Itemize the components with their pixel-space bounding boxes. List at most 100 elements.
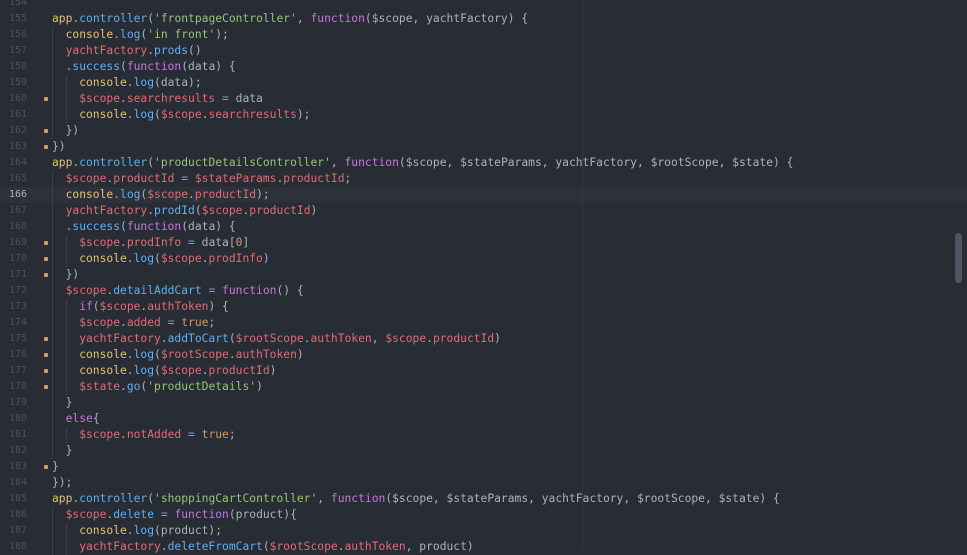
code-line[interactable]: 163}) (0, 139, 967, 155)
code-token: productId (283, 172, 345, 185)
indent-guide (66, 91, 80, 107)
code-token: log (133, 252, 155, 265)
code-line[interactable]: 178 $state.go('productDetails') (0, 379, 967, 395)
code-line[interactable]: 176 console.log($rootScope.authToken) (0, 347, 967, 363)
code-token: . (126, 108, 134, 121)
code-token: () { (276, 284, 304, 297)
code-token: , product) (405, 540, 474, 553)
code-token: notAdded (126, 428, 182, 441)
code-line[interactable]: 165 $scope.productId = $stateParams.produ… (0, 171, 967, 187)
line-number: 167 (8, 205, 27, 216)
code-token: ) { (208, 300, 229, 313)
code-token: $rootScope (160, 348, 229, 361)
git-modified-marker (44, 241, 48, 245)
line-number: 163 (8, 141, 27, 152)
line-number: 180 (8, 413, 27, 424)
code-line[interactable]: 169 $scope.prodInfo = data[0] (0, 235, 967, 251)
code-line[interactable]: 187 console.log(product); (0, 523, 967, 539)
git-modified-marker (44, 369, 48, 373)
indent-guide (52, 411, 66, 427)
indent-guide (52, 123, 66, 139)
code-token: prodId (154, 204, 195, 217)
code-line[interactable]: 171}) (0, 267, 967, 283)
code-token: yachtFactory (65, 44, 148, 57)
code-token: $rootScope (269, 540, 338, 553)
code-line[interactable]: 162}) (0, 123, 967, 139)
code-text: $state.go('productDetails') (52, 379, 263, 395)
code-line[interactable]: 161 console.log($scope.searchresults); (0, 107, 967, 123)
code-line[interactable]: 184}); (0, 475, 967, 491)
indent-guide (52, 539, 66, 555)
code-token: console (65, 28, 114, 41)
line-number: 155 (8, 13, 27, 24)
code-line[interactable]: 156 console.log('in front'); (0, 27, 967, 43)
indent-guide (52, 523, 66, 539)
code-text: yachtFactory.prodId($scope.productId) (52, 203, 318, 219)
code-text: $scope.searchresults = data (52, 91, 263, 107)
code-line[interactable]: 172 $scope.detailAddCart = function() { (0, 283, 967, 299)
indent-guide (66, 251, 80, 267)
code-line[interactable]: 175 yachtFactory.addToCart($rootScope.aut… (0, 331, 967, 347)
code-line[interactable]: 182} (0, 443, 967, 459)
code-line[interactable]: 180 else{ (0, 411, 967, 427)
code-token: ( (120, 60, 127, 73)
indent-guide (52, 75, 66, 91)
code-line[interactable]: 179} (0, 395, 967, 411)
code-token: log (133, 76, 155, 89)
code-line[interactable]: 168 .success(function(data) { (0, 219, 967, 235)
code-token: }) (65, 268, 80, 281)
line-number: 158 (8, 61, 27, 72)
vertical-scrollbar[interactable] (955, 233, 962, 283)
code-token: app (52, 492, 73, 505)
code-line[interactable]: 177 console.log($scope.productId) (0, 363, 967, 379)
code-line[interactable]: 164 app.controller('productDetailsControl… (0, 155, 967, 171)
code-text: } (52, 395, 73, 411)
code-line[interactable]: 158 .success(function(data) { (0, 59, 967, 75)
code-token: productId (432, 332, 495, 345)
indent-guide (66, 315, 80, 331)
code-line[interactable]: 183} (0, 459, 967, 475)
code-token: else (65, 412, 93, 425)
code-line[interactable]: 159 console.log(data); (0, 75, 967, 91)
code-line[interactable]: 155 app.controller('frontpageController',… (0, 11, 967, 27)
code-line[interactable]: 188 yachtFactory.deleteFromCart($rootScop… (0, 539, 967, 555)
indent-guide (66, 539, 80, 555)
indent-guide (52, 251, 66, 267)
code-token: . (120, 380, 127, 393)
line-number: 161 (8, 109, 27, 120)
code-token: . (160, 332, 168, 345)
code-token: . (120, 92, 127, 105)
code-line[interactable]: 166 console.log($scope.productId); (0, 187, 967, 203)
code-token: ( (92, 300, 100, 313)
code-text: $scope.productId = $stateParams.productI… (52, 171, 352, 187)
code-text: if($scope.authToken) { (52, 299, 229, 315)
line-number: 175 (8, 333, 27, 344)
code-token: detailAddCart (113, 284, 202, 297)
code-line[interactable]: 157 yachtFactory.prods() (0, 43, 967, 59)
code-line[interactable]: 173 if($scope.authToken) { (0, 299, 967, 315)
code-line[interactable]: 186 $scope.delete = function(product){ (0, 507, 967, 523)
code-token: prods (154, 44, 189, 57)
code-token: , (317, 492, 331, 505)
line-number: 179 (8, 397, 27, 408)
code-editor[interactable]: 154 155 app.controller('frontpageControlle… (0, 0, 967, 555)
line-number: 178 (8, 381, 27, 392)
code-line[interactable]: 174 $scope.added = true; (0, 315, 967, 331)
code-line[interactable]: 181 $scope.notAdded = true; (0, 427, 967, 443)
code-line[interactable]: 154 (0, 0, 967, 11)
code-line[interactable]: 160 $scope.searchresults = data (0, 91, 967, 107)
code-line[interactable]: 170 console.log($scope.prodInfo) (0, 251, 967, 267)
code-token: . (120, 236, 127, 249)
code-text: console.log($scope.productId) (52, 363, 276, 379)
code-token: (product){ (228, 508, 297, 521)
code-token: = (160, 316, 182, 329)
code-token: console (79, 108, 127, 121)
code-token: , (371, 332, 386, 345)
code-token: $scope (201, 204, 243, 217)
code-line[interactable]: 167 yachtFactory.prodId($scope.productId) (0, 203, 967, 219)
indent-guide (52, 27, 66, 43)
indent-guide (52, 427, 66, 443)
code-text: console.log($rootScope.authToken) (52, 347, 304, 363)
code-line[interactable]: 185 app.controller('shoppingCartControlle… (0, 491, 967, 507)
line-number: 174 (8, 317, 27, 328)
